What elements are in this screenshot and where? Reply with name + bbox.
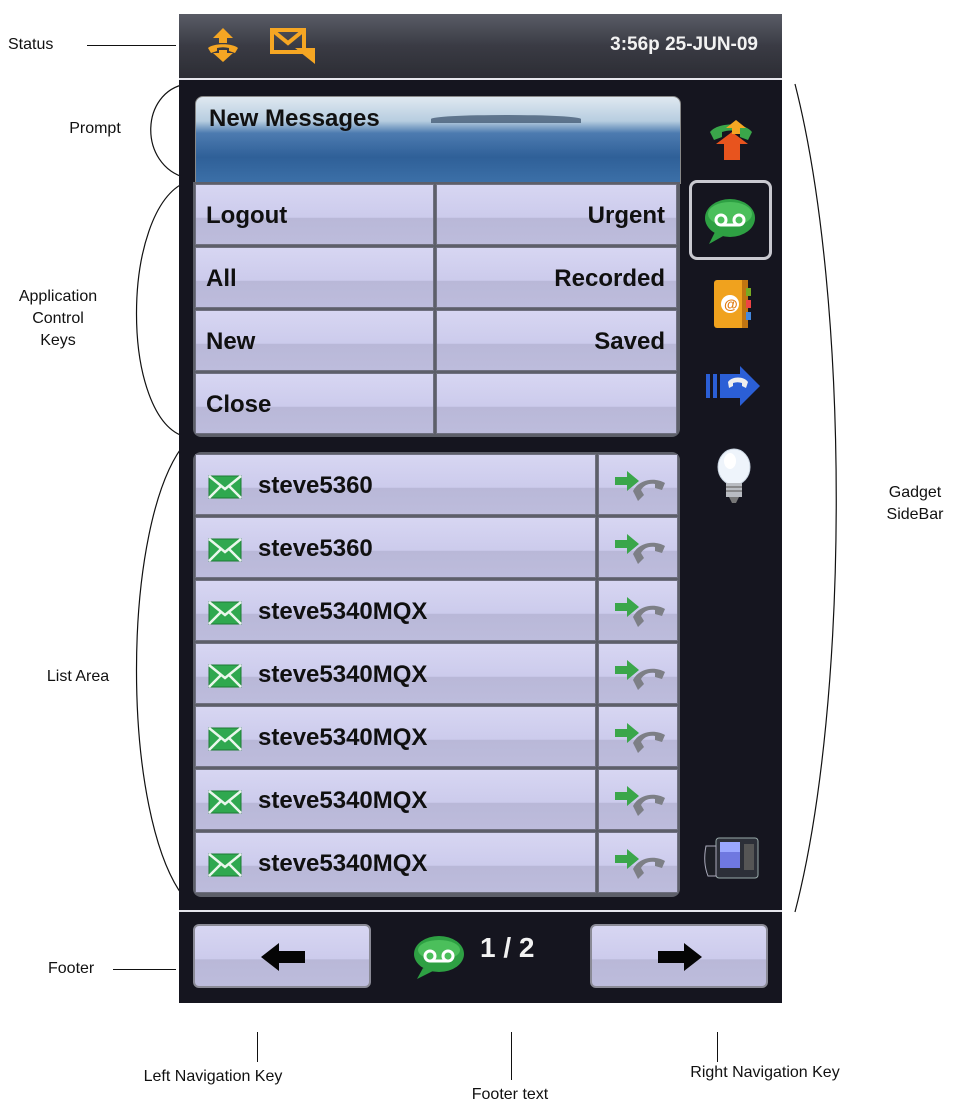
message-item-button[interactable]: steve5340MQX (195, 706, 596, 767)
arrow-left-icon (261, 943, 305, 971)
prompt-background-image (431, 115, 581, 123)
left-navigation-key[interactable] (193, 924, 371, 988)
right-navigation-key[interactable] (590, 924, 768, 988)
desk-phone-icon[interactable] (702, 832, 762, 887)
list-item[interactable]: steve5340MQX (195, 769, 678, 830)
call-back-icon (613, 721, 667, 760)
message-item-button[interactable]: steve5340MQX (195, 769, 596, 830)
message-sender: steve5340MQX (258, 787, 428, 814)
phone-screen: 3:56p 25-JUN-09 New Messages Logout Urge… (179, 14, 782, 1003)
message-item-button[interactable]: steve5340MQX (195, 643, 596, 704)
arrow-right-icon (658, 943, 702, 971)
message-item-button[interactable]: steve5340MQX (195, 580, 596, 641)
call-back-icon (613, 595, 667, 634)
list-item[interactable]: steve5340MQX (195, 643, 678, 704)
message-list: steve5360 steve5360 steve5340MQX steve5340M… (193, 452, 680, 897)
envelope-icon (208, 601, 242, 630)
list-item[interactable]: steve5340MQX (195, 832, 678, 893)
call-forward-icon[interactable] (704, 364, 762, 413)
empty-key[interactable] (436, 373, 677, 434)
call-back-icon (613, 532, 667, 571)
message-sender: steve5340MQX (258, 724, 428, 751)
call-back-button[interactable] (598, 580, 678, 641)
footer: 1 / 2 (179, 910, 782, 1003)
logout-key[interactable]: Logout (195, 184, 434, 245)
address-book-icon[interactable]: @ (712, 276, 752, 337)
envelope-icon (208, 727, 242, 756)
call-back-icon (613, 847, 667, 886)
list-item[interactable]: steve5340MQX (195, 580, 678, 641)
envelope-icon (208, 664, 242, 693)
prompt-title: New Messages (209, 105, 380, 132)
call-back-icon (613, 658, 667, 697)
envelope-icon (208, 475, 242, 504)
call-back-button[interactable] (598, 643, 678, 704)
footer-page-indicator: 1 / 2 (480, 932, 535, 963)
message-sender: steve5340MQX (258, 598, 428, 625)
new-message-status-icon (269, 26, 319, 71)
envelope-icon (208, 538, 242, 567)
list-item[interactable]: steve5360 (195, 517, 678, 578)
envelope-icon (208, 790, 242, 819)
call-back-button[interactable] (598, 832, 678, 893)
call-back-icon (613, 784, 667, 823)
lightbulb-icon[interactable] (716, 447, 752, 510)
call-transfer-icon[interactable] (706, 114, 758, 167)
list-item[interactable]: steve5340MQX (195, 706, 678, 767)
application-control-keys: Logout Urgent All Recorded New Saved Clo… (193, 182, 680, 437)
voicemail-icon[interactable] (703, 194, 757, 251)
message-sender: steve5360 (258, 472, 373, 499)
all-key[interactable]: All (195, 247, 434, 308)
saved-key[interactable]: Saved (436, 310, 677, 371)
call-back-button[interactable] (598, 706, 678, 767)
message-item-button[interactable]: steve5360 (195, 454, 596, 515)
message-sender: steve5340MQX (258, 850, 428, 877)
call-status-icon (205, 26, 241, 69)
call-back-button[interactable] (598, 769, 678, 830)
call-back-button[interactable] (598, 517, 678, 578)
envelope-icon (208, 853, 242, 882)
message-item-button[interactable]: steve5340MQX (195, 832, 596, 893)
call-back-icon (613, 469, 667, 508)
close-key[interactable]: Close (195, 373, 434, 434)
svg-text:@: @ (724, 296, 738, 312)
list-item[interactable]: steve5360 (195, 454, 678, 515)
new-key[interactable]: New (195, 310, 434, 371)
message-sender: steve5340MQX (258, 661, 428, 688)
message-sender: steve5360 (258, 535, 373, 562)
call-back-button[interactable] (598, 454, 678, 515)
status-bar: 3:56p 25-JUN-09 (179, 14, 782, 80)
urgent-key[interactable]: Urgent (436, 184, 677, 245)
recorded-key[interactable]: Recorded (436, 247, 677, 308)
message-item-button[interactable]: steve5360 (195, 517, 596, 578)
prompt-area: New Messages (195, 96, 681, 184)
status-time: 3:56p 25-JUN-09 (610, 34, 758, 55)
footer-voicemail-icon (411, 932, 467, 985)
bracket-gadget-sidebar (794, 83, 837, 913)
